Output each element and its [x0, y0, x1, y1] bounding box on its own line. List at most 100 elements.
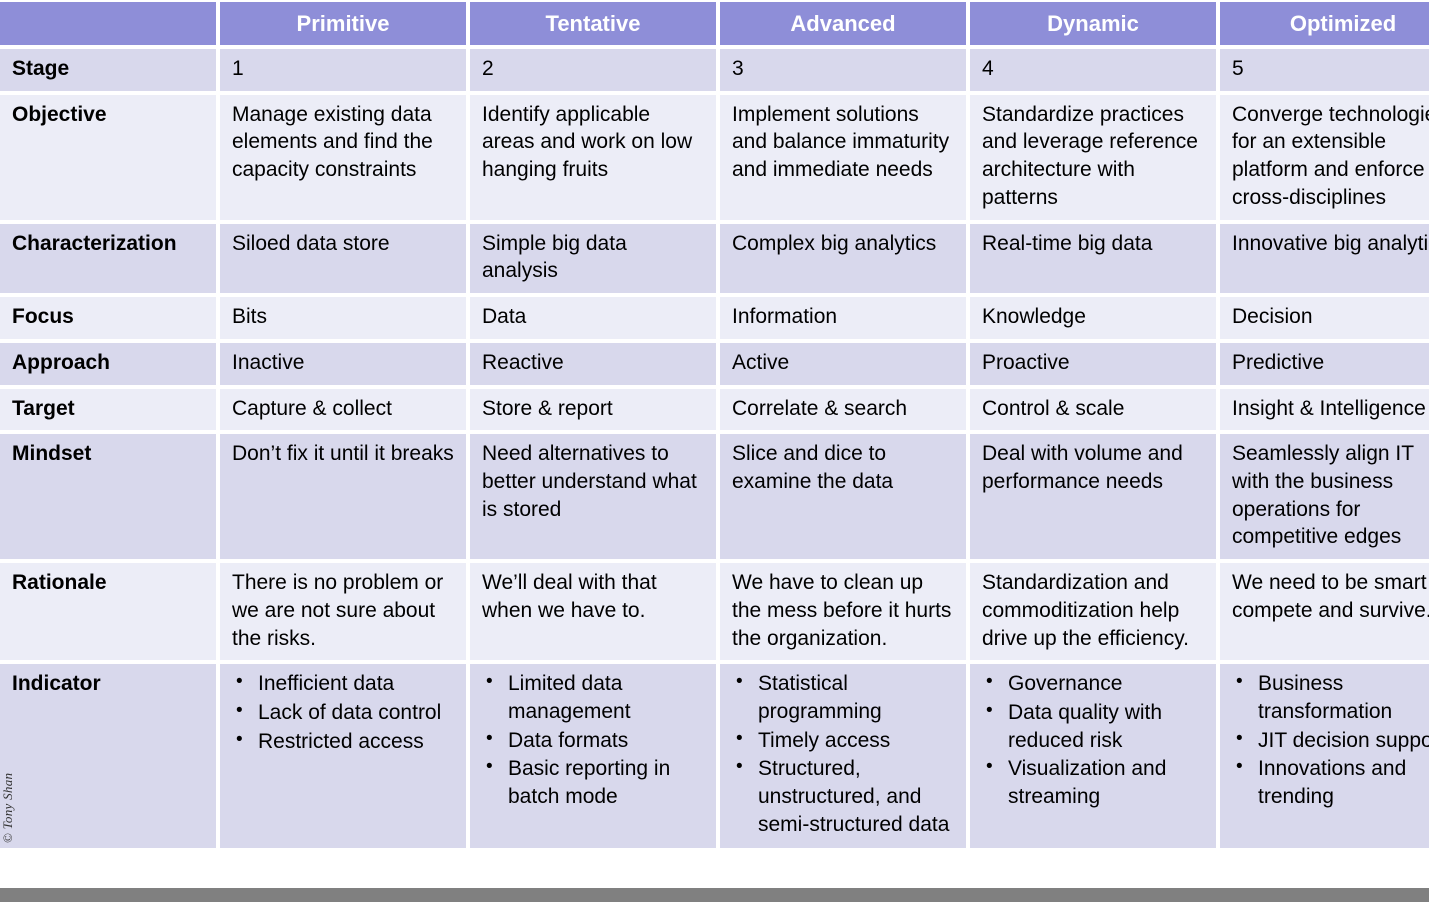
cell-text: 5 — [1232, 57, 1244, 81]
cell-approach-5: Predictive — [1220, 342, 1429, 385]
table-row: Focus Bits Data Information Knowledge Decisio… — [0, 297, 1429, 339]
table-row: Rationale There is no problem or we are n… — [0, 563, 1429, 661]
cell-characterization-2: Simple big data analysis — [470, 223, 716, 294]
bullet-item: Business transformation — [1232, 669, 1429, 725]
column-header-primitive: Primitive — [220, 2, 466, 46]
cell-text: Seamlessly align IT with the business op… — [1232, 442, 1414, 549]
cell-characterization-5: Innovative big analytics — [1220, 223, 1429, 294]
cell-text: Slice and dice to examine the data — [732, 442, 894, 493]
table-row: Mindset Don’t fix it until it breaks Need … — [0, 434, 1429, 560]
cell-indicator-5: Business transformationJIT decision supp… — [1220, 664, 1429, 848]
cell-approach-3: Active — [720, 342, 966, 385]
cell-text: Predictive — [1232, 350, 1325, 374]
row-label-text: Stage — [12, 57, 70, 81]
row-label-focus: Focus — [0, 297, 216, 339]
cell-text: Standardization and commoditization help… — [982, 571, 1190, 650]
cell-text: Inactive — [232, 350, 305, 374]
cell-text: Need alternatives to better understand w… — [482, 442, 697, 521]
bullet-item: Data formats — [482, 726, 704, 755]
row-label-objective: Objective — [0, 94, 216, 220]
cell-focus-5: Decision — [1220, 297, 1429, 339]
cell-stage-4: 4 — [970, 49, 1216, 91]
cell-indicator-4: GovernanceData quality with reduced risk… — [970, 664, 1216, 848]
row-label-approach: Approach — [0, 342, 216, 385]
row-label-rationale: Rationale — [0, 563, 216, 661]
cell-mindset-1: Don’t fix it until it breaks — [220, 434, 466, 560]
bullet-item: Visualization and streaming — [982, 754, 1204, 810]
table-row: Target Capture & collect Store & report Cor… — [0, 388, 1429, 431]
bullet-item: JIT decision support — [1232, 726, 1429, 755]
row-label-text: Mindset — [12, 442, 92, 466]
cell-target-2: Store & report — [470, 388, 716, 431]
row-label-target: Target — [0, 388, 216, 431]
cell-text: Correlate & search — [732, 396, 908, 420]
column-header-tentative: Tentative — [470, 2, 716, 46]
bullet-list: Inefficient dataLack of data controlRest… — [232, 669, 454, 756]
bullet-item: Governance — [982, 669, 1204, 698]
cell-text: Proactive — [982, 350, 1070, 374]
bullet-list: Statistical programmingTimely accessStru… — [732, 669, 954, 838]
cell-text: Control & scale — [982, 396, 1125, 420]
cell-text: Store & report — [482, 396, 613, 420]
row-label-text: Target — [12, 396, 75, 420]
cell-text: Standardize practices and leverage refer… — [982, 102, 1198, 209]
cell-stage-1: 1 — [220, 49, 466, 91]
footer-bar — [0, 888, 1429, 902]
cell-text: Innovative big analytics — [1232, 231, 1429, 255]
cell-rationale-3: We have to clean up the mess before it h… — [720, 563, 966, 661]
bullet-item: Limited data management — [482, 669, 704, 725]
cell-text: Insight & Intelligence — [1232, 396, 1426, 420]
cell-stage-2: 2 — [470, 49, 716, 91]
cell-target-5: Insight & Intelligence — [1220, 388, 1429, 431]
cell-text: Complex big analytics — [732, 231, 937, 255]
header-corner-cell — [0, 2, 216, 46]
cell-focus-4: Knowledge — [970, 297, 1216, 339]
bullet-list: Business transformationJIT decision supp… — [1232, 669, 1429, 811]
row-label-text: Characterization — [12, 231, 177, 255]
cell-approach-1: Inactive — [220, 342, 466, 385]
cell-text: Implement solutions and balance immaturi… — [732, 102, 950, 182]
header-row: Primitive Tentative Advanced Dynamic Opt… — [0, 2, 1429, 46]
cell-text: Active — [732, 350, 790, 374]
bullet-list: Limited data managementData formatsBasic… — [482, 669, 704, 811]
cell-objective-2: Identify applicable areas and work on lo… — [470, 94, 716, 220]
cell-target-4: Control & scale — [970, 388, 1216, 431]
cell-text: 1 — [232, 57, 244, 81]
cell-mindset-2: Need alternatives to better understand w… — [470, 434, 716, 560]
bullet-item: Basic reporting in batch mode — [482, 754, 704, 810]
cell-characterization-4: Real-time big data — [970, 223, 1216, 294]
cell-text: Decision — [1232, 305, 1313, 329]
bullet-item: Statistical programming — [732, 669, 954, 725]
cell-text: Bits — [232, 305, 268, 329]
table-row: Indicator © Tony Shan Inefficient dataLack… — [0, 664, 1429, 848]
cell-text: Real-time big data — [982, 231, 1153, 255]
cell-stage-5: 5 — [1220, 49, 1429, 91]
column-header-optimized: Optimized — [1220, 2, 1429, 46]
cell-rationale-4: Standardization and commoditization help… — [970, 563, 1216, 661]
cell-target-1: Capture & collect — [220, 388, 466, 431]
cell-text: 4 — [982, 57, 994, 81]
row-label-text: Approach — [12, 350, 111, 374]
cell-text: 3 — [732, 57, 744, 81]
cell-text: Capture & collect — [232, 396, 392, 420]
column-header-advanced: Advanced — [720, 2, 966, 46]
cell-text: 2 — [482, 57, 494, 81]
table-row: Approach Inactive Reactive Active Proactive P… — [0, 342, 1429, 385]
cell-text: Deal with volume and performance needs — [982, 442, 1183, 493]
bullet-item: Restricted access — [232, 727, 454, 756]
cell-approach-4: Proactive — [970, 342, 1216, 385]
cell-text: Data — [482, 305, 527, 329]
table-body: Stage 1 2 3 4 5 Objective Manage existing data … — [0, 49, 1429, 848]
table-header: Primitive Tentative Advanced Dynamic Opt… — [0, 2, 1429, 46]
cell-characterization-1: Siloed data store — [220, 223, 466, 294]
table-row: Objective Manage existing data elements a… — [0, 94, 1429, 220]
maturity-matrix: Primitive Tentative Advanced Dynamic Opt… — [0, 0, 1429, 902]
cell-objective-4: Standardize practices and leverage refer… — [970, 94, 1216, 220]
row-label-mindset: Mindset — [0, 434, 216, 560]
bullet-item: Timely access — [732, 726, 954, 755]
cell-focus-3: Information — [720, 297, 966, 339]
row-label-text: Focus — [12, 305, 74, 329]
table-row: Stage 1 2 3 4 5 — [0, 49, 1429, 91]
cell-mindset-4: Deal with volume and performance needs — [970, 434, 1216, 560]
cell-approach-2: Reactive — [470, 342, 716, 385]
